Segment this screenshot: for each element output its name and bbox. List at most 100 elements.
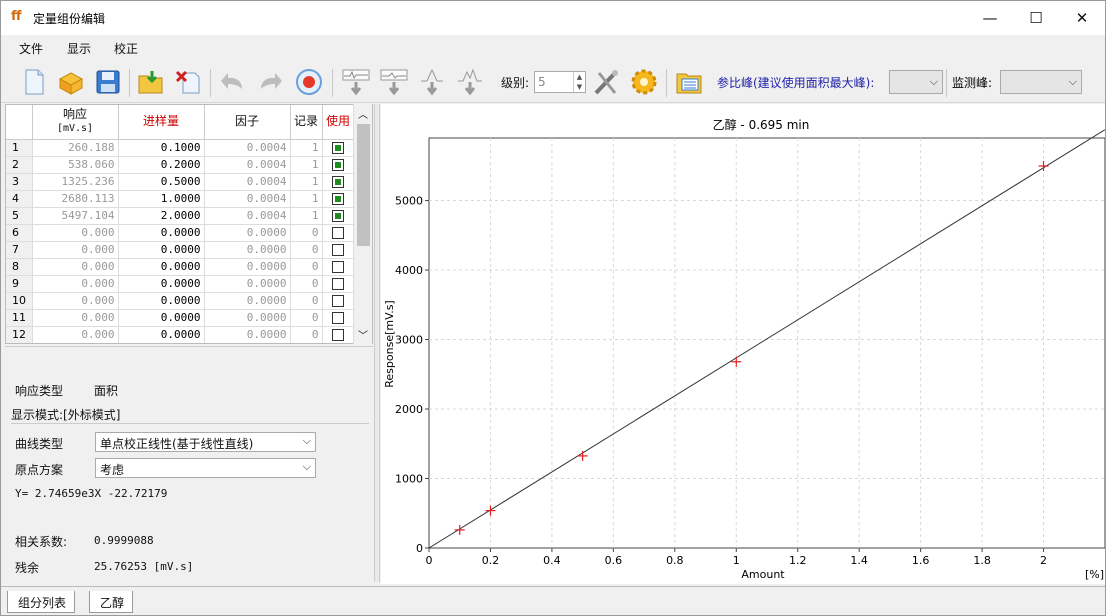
table-row[interactable]: 11 0.000 0.0000 0.0000 0 — [6, 309, 355, 327]
table-row[interactable]: 4 2680.113 1.0000 0.0004 1 — [6, 190, 355, 208]
peak-down-1-icon[interactable] — [341, 67, 371, 97]
scroll-down-icon[interactable]: ﹀ — [358, 327, 368, 342]
use-cell[interactable] — [322, 207, 355, 225]
use-checkbox[interactable] — [332, 261, 344, 273]
response-header[interactable]: 响应 [mV.s] — [32, 105, 119, 140]
amount-cell[interactable]: 2.0000 — [118, 207, 205, 225]
record-cell[interactable]: 0 — [290, 326, 323, 343]
use-checkbox[interactable] — [332, 312, 344, 324]
record-cell[interactable]: 0 — [290, 258, 323, 276]
use-checkbox[interactable] — [332, 227, 344, 239]
use-checkbox[interactable] — [332, 244, 344, 256]
amount-header[interactable]: 进样量 — [118, 105, 205, 140]
delete-icon[interactable] — [173, 67, 203, 97]
table-row[interactable]: 3 1325.236 0.5000 0.0004 1 — [6, 173, 355, 191]
factor-cell[interactable]: 0.0000 — [204, 258, 291, 276]
menu-view[interactable]: 显示 — [67, 40, 91, 57]
response-cell[interactable]: 0.000 — [32, 241, 119, 259]
use-cell[interactable] — [322, 139, 355, 157]
tab-component-list[interactable]: 组分列表 — [7, 591, 76, 613]
amount-cell[interactable]: 0.0000 — [118, 326, 205, 343]
record-cell[interactable]: 1 — [290, 173, 323, 191]
maximize-button[interactable]: ☐ — [1013, 1, 1059, 35]
scroll-thumb[interactable] — [357, 124, 370, 246]
response-cell[interactable]: 0.000 — [32, 275, 119, 293]
factor-cell[interactable]: 0.0004 — [204, 139, 291, 157]
ref-peak-select[interactable]: ⌵ — [889, 70, 943, 94]
import-icon[interactable] — [136, 67, 166, 97]
record-cell[interactable]: 0 — [290, 309, 323, 327]
amount-cell[interactable]: 0.0000 — [118, 258, 205, 276]
response-cell[interactable]: 0.000 — [32, 224, 119, 242]
record-cell[interactable]: 1 — [290, 139, 323, 157]
table-row[interactable]: 10 0.000 0.0000 0.0000 0 — [6, 292, 355, 310]
response-cell[interactable]: 0.000 — [32, 326, 119, 343]
scroll-up-icon[interactable]: ︿ — [358, 106, 368, 121]
record-cell[interactable]: 0 — [290, 292, 323, 310]
table-row[interactable]: 1 260.188 0.1000 0.0004 1 — [6, 139, 355, 157]
use-checkbox[interactable] — [332, 278, 344, 290]
amount-cell[interactable]: 0.2000 — [118, 156, 205, 174]
use-cell[interactable] — [322, 309, 355, 327]
factor-cell[interactable]: 0.0000 — [204, 224, 291, 242]
minimize-button[interactable]: — — [967, 1, 1013, 35]
table-row[interactable]: 8 0.000 0.0000 0.0000 0 — [6, 258, 355, 276]
record-cell[interactable]: 0 — [290, 241, 323, 259]
monitor-peak-select[interactable]: ⌵ — [1000, 70, 1082, 94]
amount-cell[interactable]: 0.5000 — [118, 173, 205, 191]
undo-icon[interactable] — [218, 67, 248, 97]
use-checkbox[interactable] — [332, 329, 344, 341]
use-cell[interactable] — [322, 190, 355, 208]
factor-cell[interactable]: 0.0000 — [204, 292, 291, 310]
table-row[interactable]: 7 0.000 0.0000 0.0000 0 — [6, 241, 355, 259]
use-header[interactable]: 使用 — [322, 105, 355, 140]
curve-type-select[interactable]: 单点校正线性(基于线性直线) ⌵ — [95, 432, 316, 452]
use-checkbox[interactable] — [332, 142, 344, 154]
response-cell[interactable]: 0.000 — [32, 309, 119, 327]
tools-icon[interactable] — [591, 67, 621, 97]
peak-down-3-icon[interactable] — [417, 67, 447, 97]
use-cell[interactable] — [322, 241, 355, 259]
table-row[interactable]: 12 0.000 0.0000 0.0000 0 — [6, 326, 355, 343]
amount-cell[interactable]: 0.0000 — [118, 309, 205, 327]
gear-icon[interactable] — [629, 67, 659, 97]
calibration-grid[interactable]: 响应 [mV.s] 进样量 因子 记录 使用 1 260.188 0.1000 0.00… — [5, 104, 373, 344]
table-row[interactable]: 6 0.000 0.0000 0.0000 0 — [6, 224, 355, 242]
response-cell[interactable]: 260.188 — [32, 139, 119, 157]
use-cell[interactable] — [322, 173, 355, 191]
grid-scrollbar[interactable]: ︿ ﹀ — [353, 104, 372, 344]
level-spinner[interactable]: 5 ▲ ▼ — [534, 71, 586, 93]
use-cell[interactable] — [322, 292, 355, 310]
factor-cell[interactable]: 0.0000 — [204, 309, 291, 327]
factor-cell[interactable]: 0.0000 — [204, 241, 291, 259]
tab-ethanol[interactable]: 乙醇 — [89, 591, 134, 613]
use-checkbox[interactable] — [332, 210, 344, 222]
response-cell[interactable]: 0.000 — [32, 292, 119, 310]
use-checkbox[interactable] — [332, 176, 344, 188]
amount-cell[interactable]: 0.0000 — [118, 241, 205, 259]
use-cell[interactable] — [322, 224, 355, 242]
panel-splitter[interactable] — [374, 104, 380, 582]
factor-cell[interactable]: 0.0000 — [204, 275, 291, 293]
record-header[interactable]: 记录 — [290, 105, 323, 140]
amount-cell[interactable]: 0.0000 — [118, 275, 205, 293]
response-cell[interactable]: 538.060 — [32, 156, 119, 174]
record-cell[interactable]: 1 — [290, 190, 323, 208]
use-cell[interactable] — [322, 326, 355, 343]
use-cell[interactable] — [322, 275, 355, 293]
menu-file[interactable]: 文件 — [19, 40, 43, 57]
use-checkbox[interactable] — [332, 159, 344, 171]
response-cell[interactable]: 2680.113 — [32, 190, 119, 208]
peak-down-4-icon[interactable] — [455, 67, 485, 97]
table-row[interactable]: 2 538.060 0.2000 0.0004 1 — [6, 156, 355, 174]
origin-select[interactable]: 考虑 ⌵ — [95, 458, 316, 478]
factor-cell[interactable]: 0.0004 — [204, 207, 291, 225]
amount-cell[interactable]: 0.0000 — [118, 224, 205, 242]
factor-cell[interactable]: 0.0000 — [204, 326, 291, 343]
amount-cell[interactable]: 1.0000 — [118, 190, 205, 208]
close-button[interactable]: ✕ — [1059, 1, 1105, 35]
new-doc-icon[interactable] — [19, 67, 49, 97]
factor-cell[interactable]: 0.0004 — [204, 173, 291, 191]
record-cell[interactable]: 1 — [290, 207, 323, 225]
save-icon[interactable] — [93, 67, 123, 97]
